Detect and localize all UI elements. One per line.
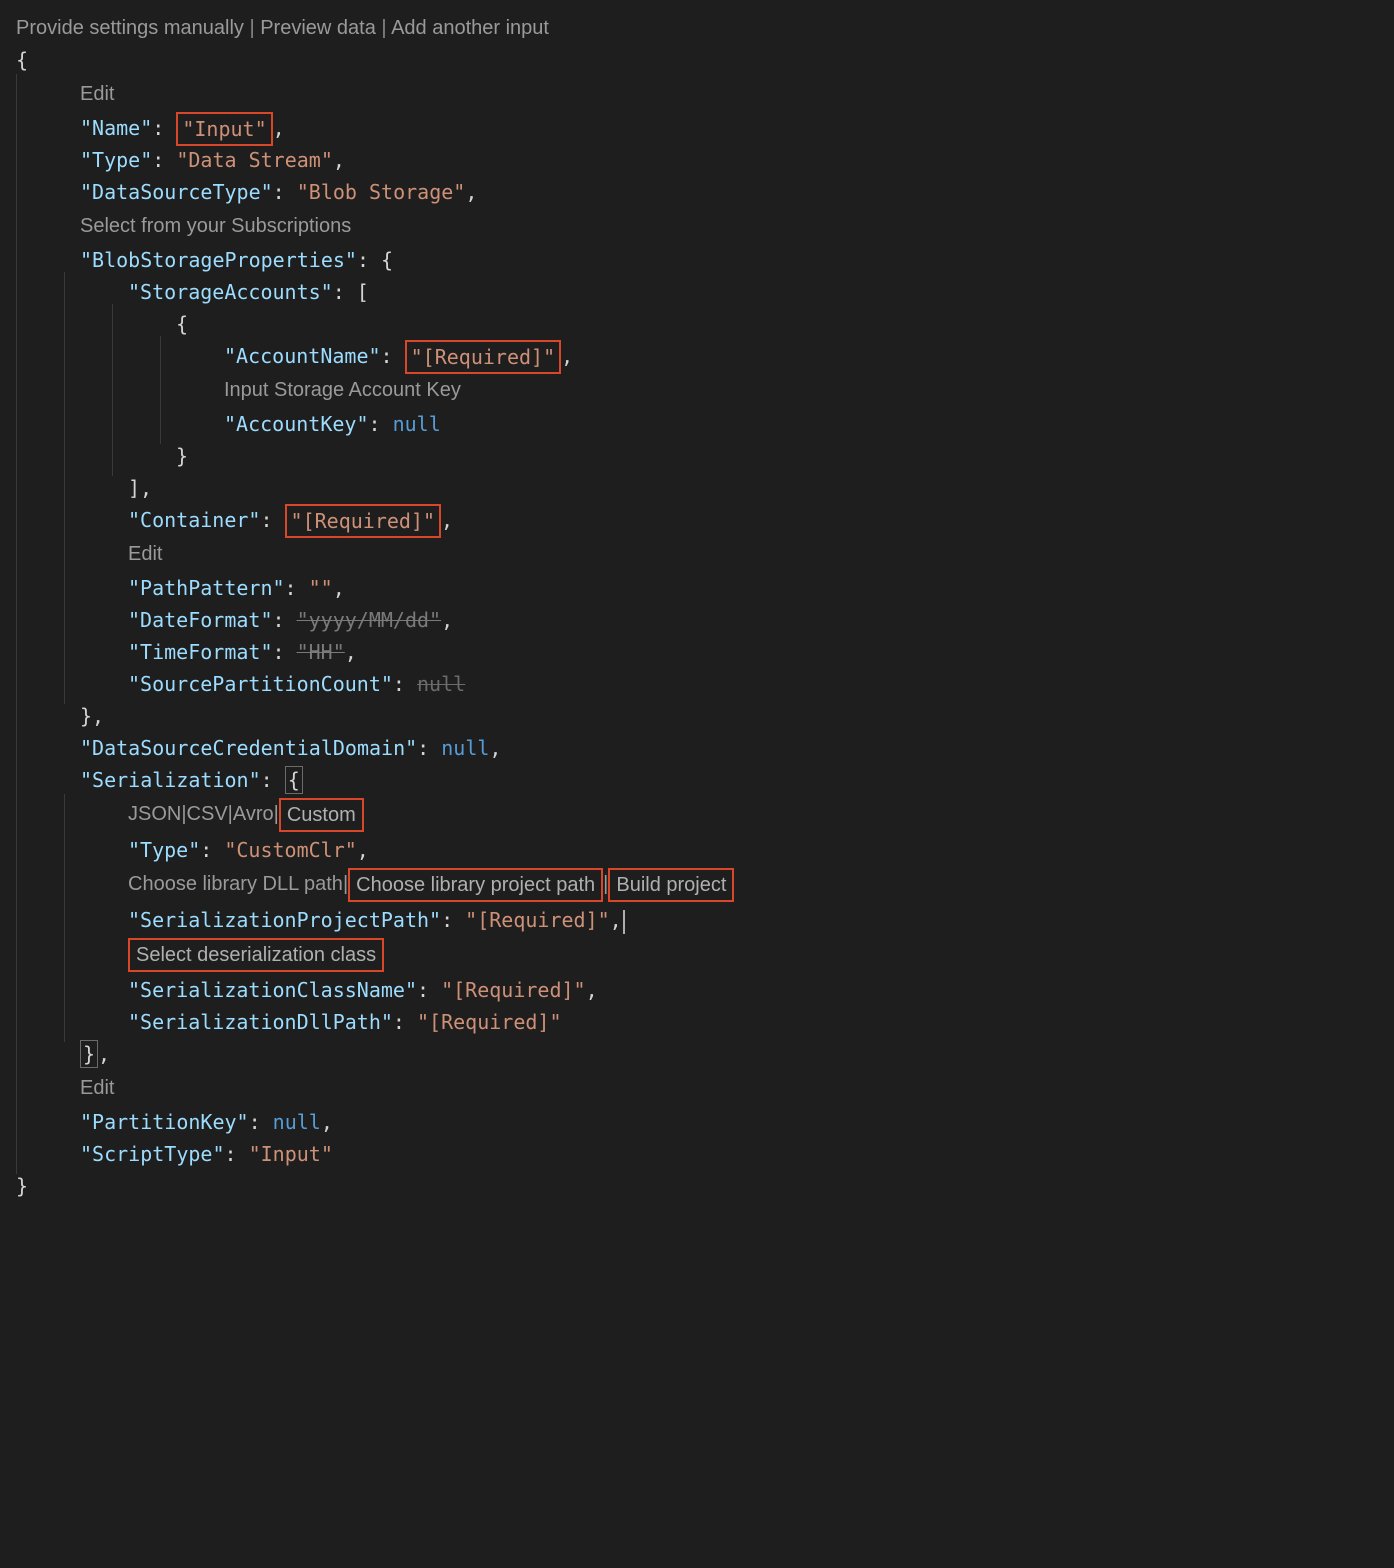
code-line-sertype: "Type": "CustomClr", [16, 834, 1378, 866]
code-line: }, [16, 700, 1378, 732]
highlighted-value-accountname[interactable]: "[Required]" [405, 340, 562, 374]
code-line-datasourcetype: "DataSourceType": "Blob Storage", [16, 176, 1378, 208]
top-hint-links: Provide settings manually | Preview data… [16, 12, 1378, 44]
ser-format-csv[interactable]: CSV [187, 798, 228, 830]
code-line-serclass: "SerializationClassName": "[Required]", [16, 974, 1378, 1006]
code-line-creddomain: "DataSourceCredentialDomain": null, [16, 732, 1378, 764]
code-line-accountname: "AccountName": "[Required]" , [16, 340, 1378, 372]
hint-edit-3: Edit [16, 1070, 1378, 1106]
code-line-partitionkey: "PartitionKey": null, [16, 1106, 1378, 1138]
code-line-sourcepartition: "SourcePartitionCount": null [16, 668, 1378, 700]
code-line: } [16, 1170, 1378, 1202]
edit-link-3[interactable]: Edit [80, 1072, 114, 1104]
code-line: { [16, 308, 1378, 340]
code-line-dateformat: "DateFormat": "yyyy/MM/dd", [16, 604, 1378, 636]
link-build-project[interactable]: Build project [608, 868, 734, 902]
code-line-type: "Type": "Data Stream", [16, 144, 1378, 176]
link-storage-key[interactable]: Input Storage Account Key [224, 374, 461, 406]
edit-link-2[interactable]: Edit [128, 538, 162, 570]
highlighted-value-name[interactable]: "Input" [176, 112, 272, 146]
highlighted-value-container[interactable]: "[Required]" [285, 504, 442, 538]
code-line-accountkey: "AccountKey": null [16, 408, 1378, 440]
code-line-scripttype: "ScriptType": "Input" [16, 1138, 1378, 1170]
code-line-blobprops: "BlobStorageProperties": { [16, 244, 1378, 276]
code-line-serprojpath: "SerializationProjectPath": "[Required]"… [16, 904, 1378, 936]
link-add-input[interactable]: Add another input [391, 17, 549, 39]
ser-format-avro[interactable]: Avro [233, 798, 274, 830]
code-line-name: "Name": "Input" , [16, 112, 1378, 144]
link-select-subs[interactable]: Select from your Subscriptions [80, 210, 351, 242]
code-line-storageaccounts: "StorageAccounts": [ [16, 276, 1378, 308]
hint-storage-key: Input Storage Account Key [16, 372, 1378, 408]
hint-edit: Edit [16, 76, 1378, 112]
hint-select-deser: Select deserialization class [16, 936, 1378, 974]
ser-format-json[interactable]: JSON [128, 798, 181, 830]
code-line: } [16, 440, 1378, 472]
hint-lib-path: Choose library DLL path | Choose library… [16, 866, 1378, 904]
code-line-serialization: "Serialization": { [16, 764, 1378, 796]
code-line: ], [16, 472, 1378, 504]
link-choose-project[interactable]: Choose library project path [348, 868, 603, 902]
code-line-serdll: "SerializationDllPath": "[Required]" [16, 1006, 1378, 1038]
code-line-pathpattern: "PathPattern": "", [16, 572, 1378, 604]
link-choose-dll[interactable]: Choose library DLL path [128, 868, 343, 900]
code-line-container: "Container": "[Required]" , [16, 504, 1378, 536]
ser-format-custom[interactable]: Custom [279, 798, 364, 832]
code-line: }, [16, 1038, 1378, 1070]
link-preview-data[interactable]: Preview data [260, 17, 376, 39]
link-select-deser[interactable]: Select deserialization class [128, 938, 384, 972]
code-line-timeformat: "TimeFormat": "HH", [16, 636, 1378, 668]
hint-ser-formats: JSON | CSV | Avro | Custom [16, 796, 1378, 834]
link-provide-settings[interactable]: Provide settings manually [16, 17, 244, 39]
code-line: { [16, 44, 1378, 76]
edit-link[interactable]: Edit [80, 78, 114, 110]
hint-edit-2: Edit [16, 536, 1378, 572]
text-cursor [623, 910, 625, 934]
hint-select-subs: Select from your Subscriptions [16, 208, 1378, 244]
